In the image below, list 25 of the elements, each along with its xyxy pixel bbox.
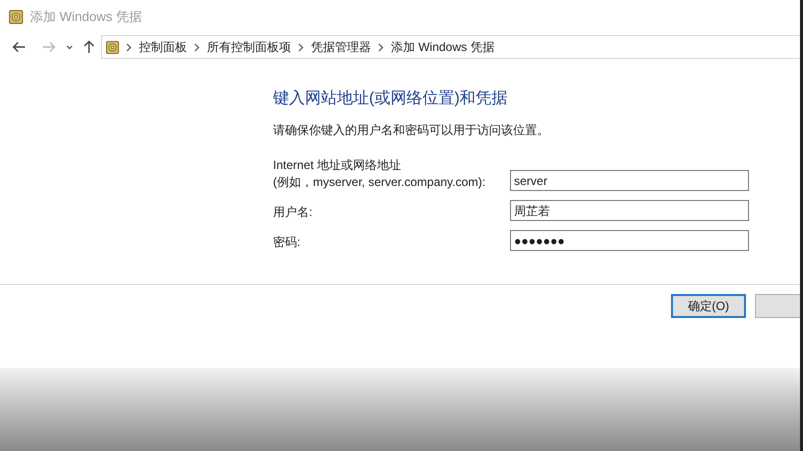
description: 请确保你键入的用户名和密码可以用于访问该位置。 — [273, 122, 550, 139]
field-label: 密码: — [273, 234, 300, 251]
address-bar[interactable]: 控制面板 所有控制面板项 凭据管理器 添加 Windows 凭据 — [101, 35, 800, 59]
input-field[interactable]: ●●●●●●● — [510, 230, 749, 251]
window-title: 添加 Windows 凭据 — [30, 8, 142, 26]
breadcrumb-item[interactable]: 所有控制面板项 — [207, 38, 291, 56]
vault-icon — [106, 40, 119, 54]
input-field[interactable]: server — [510, 170, 749, 191]
dropdown-caret-icon[interactable] — [66, 44, 73, 50]
field-label: 用户名: — [273, 204, 312, 221]
chevron-right-icon — [298, 42, 304, 52]
input-field[interactable]: 周芷若 — [510, 200, 749, 221]
breadcrumb-item[interactable]: 凭据管理器 — [311, 38, 371, 56]
chevron-right-icon — [194, 42, 200, 52]
chevron-right-icon — [378, 42, 384, 52]
breadcrumb-item[interactable]: 添加 Windows 凭据 — [391, 38, 494, 56]
back-arrow-icon[interactable] — [12, 41, 26, 53]
chevron-right-icon — [126, 42, 132, 52]
up-arrow-icon[interactable] — [83, 40, 95, 54]
field-label: Internet 地址或网络地址 — [273, 157, 402, 174]
vault-icon — [9, 10, 23, 24]
breadcrumb-item[interactable]: 控制面板 — [139, 38, 187, 56]
field-label: (例如，myserver, server.company.com): — [273, 174, 486, 191]
dialog-button[interactable]: 确定(O) — [671, 294, 746, 318]
heading: 键入网站地址(或网络位置)和凭据 — [273, 88, 509, 109]
